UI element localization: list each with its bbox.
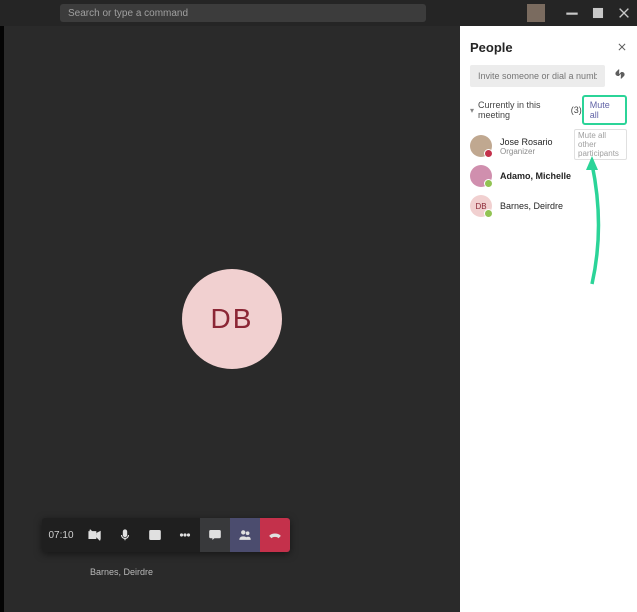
speaker-name-caption: Barnes, Deirdre [90,567,153,577]
user-avatar-square[interactable] [527,4,545,22]
invite-input[interactable] [470,65,605,87]
more-actions-button[interactable] [170,518,200,552]
call-control-bar: 07:10 [42,518,290,552]
mute-all-highlight: Mute all [582,95,627,125]
participants-section-header[interactable]: ▾ Currently in this meeting (3) Mute all [470,95,627,125]
participant-avatar: DB [470,195,492,217]
hang-up-button[interactable] [260,518,290,552]
search-placeholder-text: Search or type a command [68,8,188,19]
chevron-down-icon: ▾ [470,106,474,115]
share-screen-button[interactable] [140,518,170,552]
people-panel-title: People [470,40,513,55]
title-bar: Search or type a command [0,0,637,26]
main-area: DB 07:10 Bar [0,26,637,612]
mute-all-button[interactable]: Mute all [590,100,610,120]
presence-indicator [484,179,493,188]
participant-name: Barnes, Deirdre [500,201,563,211]
call-timer: 07:10 [42,530,80,541]
presence-indicator [484,149,493,158]
copy-link-icon[interactable] [613,67,627,86]
people-panel: People ▾ Currently in this meeting (3) M… [460,26,637,612]
participant-name: Adamo, Michelle [500,171,571,181]
participant-role: Organizer [500,147,553,156]
people-header: People [470,40,627,55]
people-button[interactable] [230,518,260,552]
presence-indicator [484,209,493,218]
camera-toggle-button[interactable] [80,518,110,552]
participant-row[interactable]: DB Barnes, Deirdre [470,191,627,221]
close-button[interactable] [611,0,637,26]
invite-row [470,65,627,87]
participant-row[interactable]: Jose RosarioOrganizer Mute all other part… [470,131,627,161]
participant-avatar [470,165,492,187]
section-count: (3) [571,105,582,115]
meeting-stage: DB 07:10 Bar [4,26,460,612]
participant-name: Jose Rosario [500,137,553,147]
mic-toggle-button[interactable] [110,518,140,552]
section-label: Currently in this meeting [478,100,568,120]
participant-row[interactable]: Adamo, Michelle [470,161,627,191]
search-input[interactable]: Search or type a command [60,4,426,22]
maximize-button[interactable] [585,0,611,26]
window-controls [527,0,637,26]
participants-list: Jose RosarioOrganizer Mute all other part… [470,131,627,221]
close-panel-button[interactable] [617,41,627,55]
mute-all-tooltip: Mute all other participants [574,129,627,160]
minimize-button[interactable] [559,0,585,26]
speaker-avatar-initials: DB [211,303,254,335]
speaker-avatar: DB [182,269,282,369]
chat-button[interactable] [200,518,230,552]
participant-avatar [470,135,492,157]
